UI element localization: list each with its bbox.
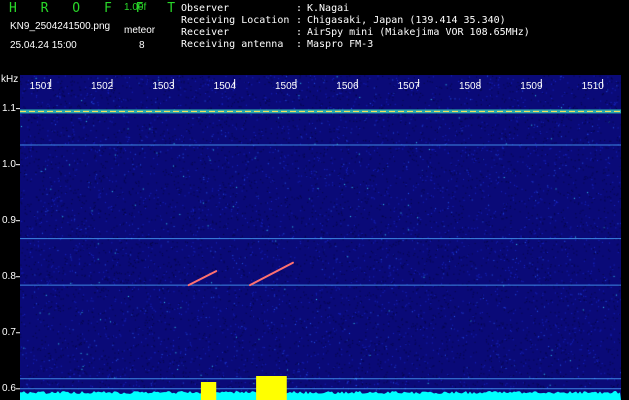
x-tick-label: 1503 xyxy=(152,81,175,92)
y-tick-label: 0.8 xyxy=(2,270,16,282)
receiver-value: AirSpy mini (Miakejima VOR 108.65MHz) xyxy=(307,27,530,38)
x-tick-label: 1507 xyxy=(397,81,420,92)
observer-value: K.Nagai xyxy=(307,3,350,14)
app-version: 1.00f xyxy=(124,2,147,13)
location-colon: : xyxy=(296,15,303,26)
x-tick-label: 1502 xyxy=(90,81,114,92)
meteor-echo-1 xyxy=(248,261,294,287)
y-tick-label: 1.1 xyxy=(2,102,16,114)
x-tick-label: 1506 xyxy=(336,81,359,92)
antenna-label: Receiving antenna xyxy=(181,39,284,50)
x-tick-label: 1501 xyxy=(29,81,52,92)
header-panel: H R O F F T 1.00f KN9_2504241500.png 25.… xyxy=(0,0,629,75)
observer-label: Observer xyxy=(181,3,230,14)
antenna-colon: : xyxy=(296,39,303,50)
x-tick-label: 1509 xyxy=(520,81,543,92)
antenna-value: Maspro FM-3 xyxy=(307,39,374,50)
meteor-label: meteor xyxy=(124,25,156,36)
power-trace xyxy=(20,391,621,400)
y-tick-label: 0.9 xyxy=(2,214,16,226)
y-tick-label: 0.6 xyxy=(2,382,16,394)
meteor-count: 8 xyxy=(139,40,145,51)
app-brand: H R O F F T xyxy=(9,1,184,16)
y-axis-label: kHz xyxy=(1,74,19,85)
location-value: Chigasaki, Japan (139.414 35.340) xyxy=(307,15,506,26)
x-tick-label: 1504 xyxy=(213,81,236,92)
spectrogram-marks xyxy=(16,79,621,400)
x-tick-label: 1505 xyxy=(274,81,298,92)
meteor-echo-0 xyxy=(187,270,218,287)
receiver-colon: : xyxy=(296,27,303,38)
x-tick-label: 1508 xyxy=(458,81,482,92)
date-time: 25.04.24 15:00 xyxy=(10,40,77,51)
power-burst-1 xyxy=(256,376,287,400)
power-burst-0 xyxy=(200,382,217,400)
observer-colon: : xyxy=(296,3,303,14)
file-name: KN9_2504241500.png xyxy=(10,21,111,32)
receiver-label: Receiver xyxy=(181,27,230,38)
y-tick-label: 0.7 xyxy=(2,326,16,338)
y-tick-label: 1.0 xyxy=(2,158,16,170)
location-label: Receiving Location xyxy=(181,15,290,26)
x-tick-label: 1510 xyxy=(581,81,604,92)
